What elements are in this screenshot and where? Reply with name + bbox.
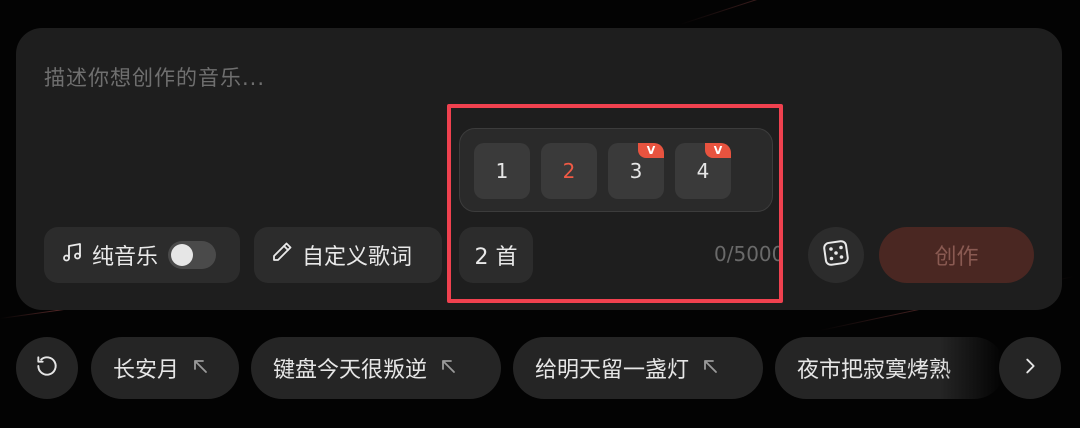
custom-lyrics-label: 自定义歌词 (302, 245, 413, 270)
arrow-up-left-icon (439, 356, 457, 381)
suggestion-chip[interactable]: 给明天留一盏灯 (513, 337, 763, 399)
chevron-right-icon (1019, 355, 1041, 381)
dice-icon (821, 238, 851, 272)
random-dice-button[interactable] (808, 227, 864, 283)
highlight-annotation-box (447, 104, 783, 303)
suggestion-chip[interactable]: 长安月 (91, 337, 239, 399)
refresh-icon (34, 353, 60, 383)
suggestion-chip[interactable]: 键盘今天很叛逆 (251, 337, 501, 399)
suggestion-label: 键盘今天很叛逆 (273, 358, 428, 383)
next-suggestions-button[interactable] (999, 337, 1061, 399)
pure-music-toggle-chip[interactable]: 纯音乐 (44, 227, 240, 283)
suggestion-label: 给明天留一盏灯 (535, 358, 690, 383)
app-stage: 描述你想创作的音乐... 纯音乐 自定义歌词 2 首 0/5000 创作 1 2… (0, 0, 1080, 428)
music-note-icon (60, 240, 84, 270)
scroll-fade-overlay (940, 330, 1002, 406)
arrow-up-left-icon (701, 356, 719, 381)
pure-music-switch[interactable] (168, 241, 217, 269)
prompt-input[interactable]: 描述你想创作的音乐... (44, 62, 265, 92)
pure-music-label: 纯音乐 (92, 245, 159, 270)
arrow-up-left-icon (191, 356, 209, 381)
refresh-suggestions-button[interactable] (16, 337, 78, 399)
switch-knob (171, 244, 194, 266)
suggestion-label: 夜市把寂寞烤熟 (797, 358, 952, 383)
background-streak (679, 0, 909, 25)
create-button[interactable]: 创作 (879, 227, 1034, 283)
pencil-icon (270, 240, 294, 270)
suggestion-label: 长安月 (113, 358, 180, 383)
custom-lyrics-button[interactable]: 自定义歌词 (254, 227, 442, 283)
